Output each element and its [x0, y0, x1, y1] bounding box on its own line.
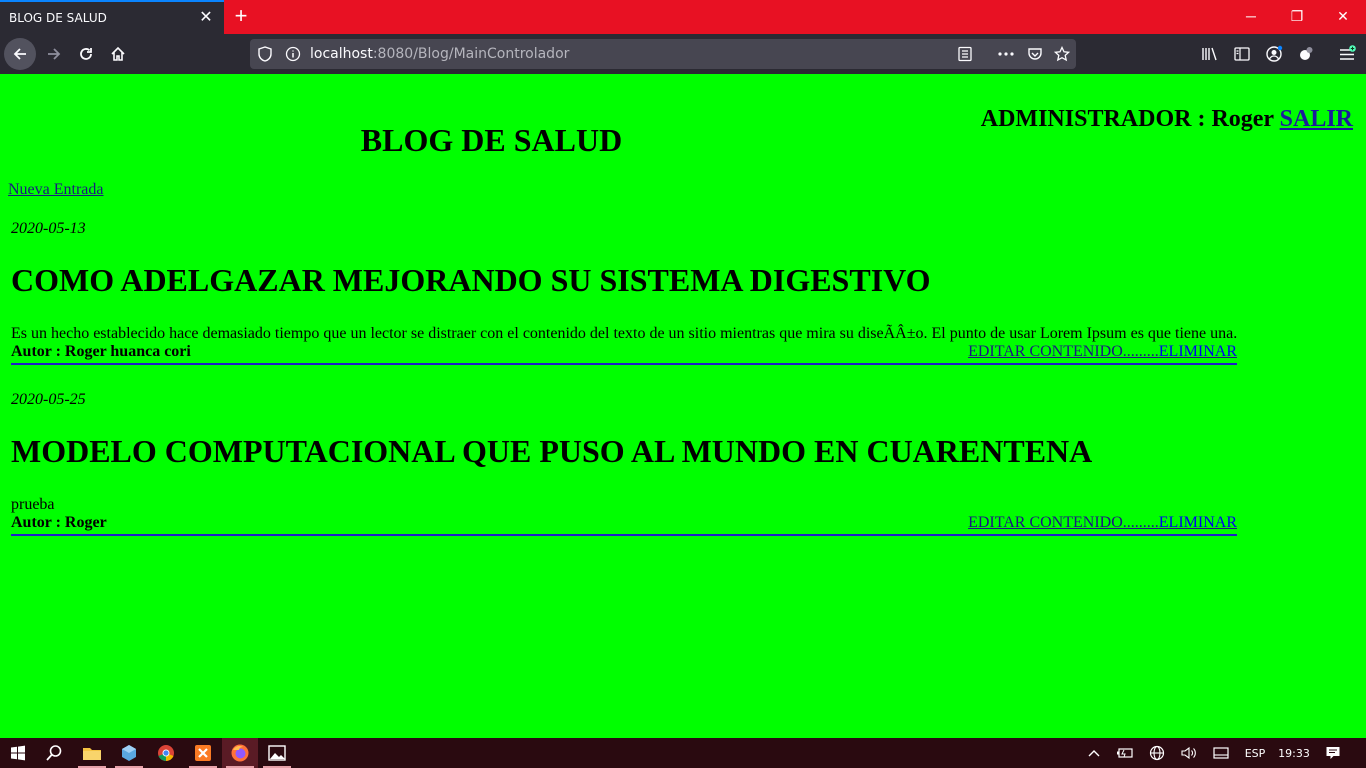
menu-icon[interactable] [1337, 44, 1357, 64]
admin-header: ADMINISTRADOR : Roger SALIR [981, 106, 1353, 133]
tab-close-icon[interactable]: ✕ [198, 10, 214, 26]
windows-taskbar: ESP 19:33 [0, 738, 1366, 768]
clock[interactable]: 19:33 [1274, 738, 1314, 768]
window-restore-button[interactable]: ❐ [1274, 0, 1320, 32]
post-date: 2020-05-13 [11, 220, 86, 237]
post-title: MODELO COMPUTACIONAL QUE PUSO AL MUNDO E… [11, 433, 1093, 469]
library-icon[interactable] [1200, 44, 1220, 64]
window-minimize-button[interactable]: ─ [1228, 0, 1274, 32]
post-body: Es un hecho establecido hace demasiado t… [11, 325, 1238, 342]
chrome-icon[interactable] [148, 738, 184, 768]
display-icon[interactable] [1210, 738, 1232, 768]
delete-link[interactable]: ELIMINAR [1159, 514, 1237, 531]
post-title: COMO ADELGAZAR MEJORANDO SU SISTEMA DIGE… [11, 262, 931, 298]
forward-arrow-icon [48, 48, 61, 60]
url-text[interactable]: localhost:8080/Blog/MainControlador [310, 46, 569, 62]
photos-app-icon[interactable] [259, 738, 295, 768]
forward-button[interactable] [38, 38, 70, 70]
reader-view-icon[interactable] [956, 45, 974, 63]
logout-link[interactable]: SALIR [1280, 106, 1353, 132]
post-date: 2020-05-25 [11, 391, 86, 408]
extension-icon[interactable] [1296, 44, 1316, 64]
post-divider [11, 534, 1237, 536]
reload-button[interactable] [70, 38, 102, 70]
battery-icon[interactable] [1114, 738, 1136, 768]
show-hidden-icons-chevron-icon[interactable] [1084, 738, 1104, 768]
site-info-icon[interactable] [285, 46, 301, 67]
tab-title: BLOG DE SALUD [9, 11, 107, 25]
web-page: BLOG DE SALUD ADMINISTRADOR : Roger SALI… [0, 74, 1366, 738]
window-close-button[interactable]: ✕ [1320, 0, 1366, 32]
post-meta: Autor : Roger huanca cori EDITAR CONTENI… [11, 343, 1237, 363]
post-body: prueba [11, 496, 55, 513]
sidebar-icon[interactable] [1232, 44, 1252, 64]
post-article: 2020-05-25 MODELO COMPUTACIONAL QUE PUSO… [11, 391, 1237, 536]
action-center-icon[interactable] [1320, 738, 1346, 768]
virtualbox-icon[interactable] [111, 738, 147, 768]
edit-content-link[interactable]: EDITAR CONTENIDO......... [968, 343, 1159, 360]
blog-title: BLOG DE SALUD [360, 122, 623, 158]
new-entry-link[interactable]: Nueva Entrada [8, 181, 104, 199]
post-actions: EDITAR CONTENIDO.........ELIMINAR [968, 514, 1237, 532]
pocket-icon[interactable] [1026, 45, 1044, 63]
xampp-icon[interactable] [185, 738, 221, 768]
new-tab-button[interactable]: + [230, 5, 252, 28]
active-tab[interactable]: BLOG DE SALUD ✕ [0, 0, 224, 34]
url-path: :8080/Blog/MainControlador [372, 46, 570, 62]
bookmark-star-icon[interactable] [1053, 45, 1071, 63]
firefox-icon[interactable] [222, 738, 258, 768]
admin-label: ADMINISTRADOR : Roger [980, 106, 1274, 132]
post-divider [11, 363, 1237, 365]
network-globe-icon[interactable] [1146, 738, 1168, 768]
windows-start-icon[interactable] [0, 738, 36, 768]
back-arrow-icon [13, 48, 26, 60]
home-button[interactable] [102, 38, 134, 70]
post-meta: Autor : Roger EDITAR CONTENIDO.........E… [11, 514, 1237, 534]
home-icon [111, 46, 125, 61]
input-language[interactable]: ESP [1240, 738, 1270, 768]
post-article: 2020-05-13 COMO ADELGAZAR MEJORANDO SU S… [11, 220, 1237, 365]
file-explorer-icon[interactable] [74, 738, 110, 768]
back-button[interactable] [4, 38, 36, 70]
url-host: localhost [310, 46, 373, 62]
volume-icon[interactable] [1178, 738, 1200, 768]
page-actions-icon[interactable] [997, 45, 1015, 63]
delete-link[interactable]: ELIMINAR [1159, 343, 1237, 360]
reload-icon [80, 48, 92, 60]
edit-content-link[interactable]: EDITAR CONTENIDO......... [968, 514, 1159, 531]
account-icon[interactable] [1264, 44, 1284, 64]
post-author: Autor : Roger huanca cori [11, 343, 191, 360]
post-actions: EDITAR CONTENIDO.........ELIMINAR [968, 343, 1237, 361]
search-icon[interactable] [36, 738, 72, 768]
tracking-protection-shield-icon[interactable] [258, 46, 272, 67]
post-author: Autor : Roger [11, 514, 107, 531]
tab-bar: BLOG DE SALUD ✕ + ─ ❐ ✕ [0, 0, 1366, 34]
